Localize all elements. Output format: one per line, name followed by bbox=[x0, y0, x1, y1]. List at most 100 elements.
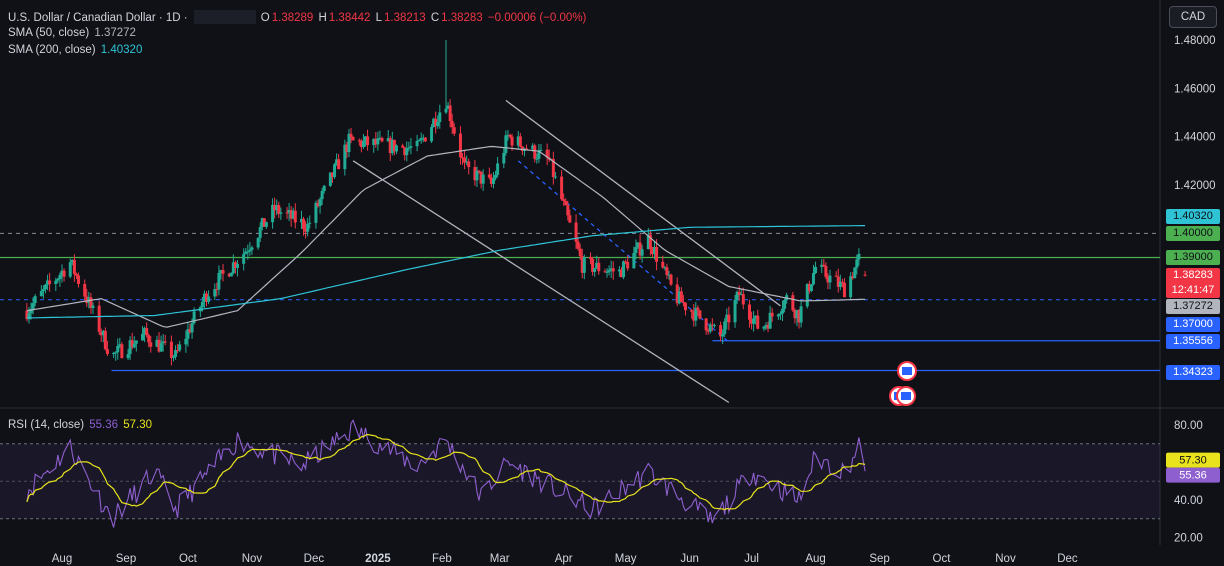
price-chart[interactable]: 1.48000 1.46000 1.44000 1.42000 80.00 40.00 20… bbox=[0, 0, 1224, 566]
candle-body bbox=[448, 105, 452, 121]
price-tick-label: 1.46000 bbox=[1174, 83, 1216, 95]
candle-body bbox=[248, 249, 252, 252]
candle-body bbox=[778, 313, 782, 315]
candle-body bbox=[533, 145, 537, 159]
candle-body bbox=[518, 136, 522, 147]
candle-body bbox=[376, 138, 380, 145]
candle-body bbox=[83, 283, 87, 297]
candle-body bbox=[632, 252, 636, 269]
candle-body bbox=[640, 249, 644, 256]
candle-body bbox=[147, 335, 151, 343]
candle-body bbox=[349, 133, 353, 138]
candle-body bbox=[857, 253, 861, 260]
candle-body bbox=[510, 136, 514, 146]
candle-body bbox=[696, 307, 700, 311]
candle-body bbox=[171, 356, 175, 358]
candle-body bbox=[415, 140, 419, 147]
candle-body bbox=[566, 205, 570, 216]
symbol-title: U.S. Dollar / Canadian Dollar · 1D · bbox=[8, 12, 188, 24]
candle-body bbox=[539, 149, 543, 151]
candle-body bbox=[562, 199, 566, 202]
candle-body bbox=[799, 306, 803, 323]
candle-body bbox=[727, 314, 731, 323]
rsi-value: 55.36 bbox=[89, 419, 119, 431]
candle-body bbox=[494, 174, 498, 179]
symbol-legend: U.S. Dollar / Canadian Dollar · 1D · O 1.… bbox=[8, 10, 588, 24]
candle-body bbox=[264, 222, 268, 227]
candle-body bbox=[770, 312, 774, 317]
candle-body bbox=[33, 296, 37, 304]
sma50-legend[interactable]: SMA (50, close) 1.37272 bbox=[8, 27, 138, 39]
rsi-label: RSI (14, close) bbox=[8, 419, 85, 431]
rsi-tick-label: 80.00 bbox=[1174, 420, 1203, 432]
candle-body bbox=[229, 272, 233, 277]
candle-body bbox=[704, 318, 708, 331]
candle-body bbox=[756, 315, 760, 329]
level-1355-price-label: 1.35556 bbox=[1166, 334, 1220, 349]
candle-body bbox=[582, 257, 586, 273]
candle-body bbox=[134, 340, 138, 344]
candle-body bbox=[578, 248, 582, 257]
candle-body bbox=[655, 246, 659, 262]
candle-body bbox=[54, 280, 58, 285]
time-tick-label: Oct bbox=[933, 553, 952, 565]
candle-body bbox=[39, 291, 43, 297]
candle-body bbox=[452, 127, 456, 134]
candle-body bbox=[302, 218, 306, 229]
candle-body bbox=[126, 354, 130, 359]
us-event-flag-icon bbox=[902, 367, 912, 375]
candle-body bbox=[535, 158, 539, 160]
ohlc-open-label: O bbox=[260, 12, 270, 24]
candle-body bbox=[762, 326, 766, 329]
ohlc-low-label: L bbox=[375, 12, 383, 24]
candle-body bbox=[114, 352, 118, 354]
candle-body bbox=[77, 275, 81, 284]
ohlc-close-label: C bbox=[430, 12, 440, 24]
rsi-legend[interactable]: RSI (14, close) 55.36 57.30 bbox=[8, 419, 154, 431]
candle-body bbox=[401, 145, 405, 148]
candle-body bbox=[553, 176, 557, 178]
ohlc-low: 1.38213 bbox=[384, 12, 426, 24]
sma200-legend[interactable]: SMA (200, close) 1.40320 bbox=[8, 44, 144, 56]
candle-body bbox=[849, 276, 853, 298]
rsi-price-text: 55.36 bbox=[1179, 470, 1207, 482]
candle-body bbox=[235, 263, 239, 268]
candle-body bbox=[665, 267, 669, 275]
currency-badge[interactable]: CAD bbox=[1169, 6, 1217, 28]
candle-body bbox=[828, 275, 832, 283]
candle-body bbox=[438, 112, 442, 122]
candle-body bbox=[116, 345, 120, 353]
ohlc-open: 1.38289 bbox=[271, 12, 314, 24]
candle-body bbox=[661, 261, 665, 268]
candle-body bbox=[458, 133, 462, 158]
candle-body bbox=[622, 261, 626, 278]
candle-body bbox=[31, 303, 35, 309]
time-tick-label: Feb bbox=[432, 553, 452, 565]
time-tick-label: Nov bbox=[995, 553, 1016, 565]
candle-body bbox=[824, 265, 828, 277]
time-tick-label: May bbox=[615, 553, 637, 565]
price-tick-label: 1.48000 bbox=[1174, 35, 1216, 47]
candle-body bbox=[853, 267, 857, 279]
candle-body bbox=[809, 284, 813, 291]
rsi-ma-value: 57.30 bbox=[123, 419, 153, 431]
candle-body bbox=[333, 164, 337, 178]
candle-body bbox=[593, 268, 597, 272]
candle-body bbox=[246, 251, 250, 253]
level-140-price-label: 1.40000 bbox=[1166, 226, 1220, 241]
candle-body bbox=[132, 343, 136, 348]
candle-body bbox=[366, 136, 370, 146]
candle-body bbox=[783, 300, 787, 309]
candle-body bbox=[436, 121, 440, 127]
candle-body bbox=[690, 310, 694, 312]
candle-body bbox=[721, 333, 725, 337]
candle-body bbox=[822, 264, 826, 266]
candle-body bbox=[733, 299, 737, 323]
level-1343-price-label: 1.34323 bbox=[1166, 365, 1220, 380]
candle-body bbox=[293, 210, 297, 223]
sma200-label: SMA (200, close) bbox=[8, 44, 96, 56]
chart-window: 1.48000 1.46000 1.44000 1.42000 80.00 40.00 20… bbox=[0, 0, 1224, 566]
candle-body bbox=[43, 284, 47, 290]
candle-body bbox=[423, 137, 427, 142]
candle-body bbox=[496, 163, 500, 175]
